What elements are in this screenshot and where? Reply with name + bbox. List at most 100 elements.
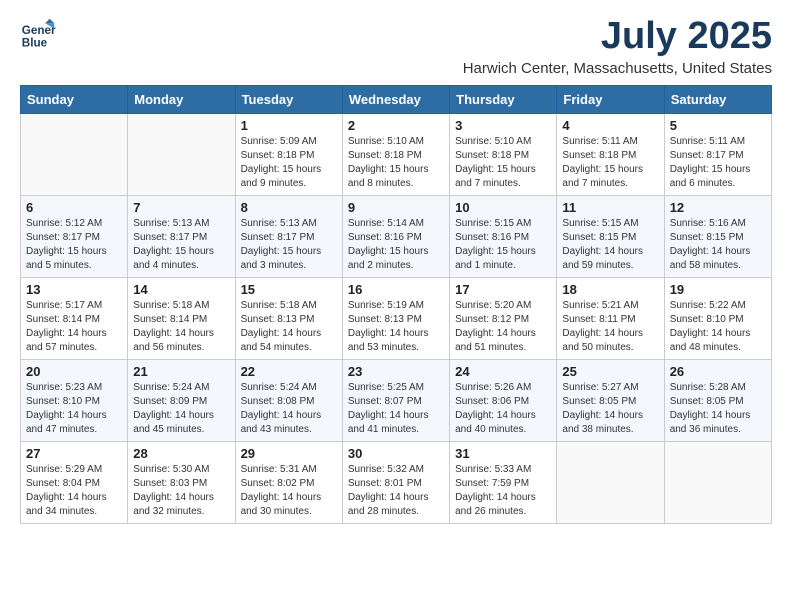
calendar-cell: 26 Sunrise: 5:28 AMSunset: 8:05 PMDayligh… [664,359,771,441]
day-info: Sunrise: 5:20 AMSunset: 8:12 PMDaylight:… [455,299,551,355]
day-info: Sunrise: 5:29 AMSunset: 8:04 PMDaylight:… [26,463,122,519]
day-info: Sunrise: 5:25 AMSunset: 8:07 PMDaylight:… [348,381,444,437]
day-number: 24 [455,364,551,379]
day-info: Sunrise: 5:15 AMSunset: 8:16 PMDaylight:… [455,217,551,273]
logo-icon: General Blue [20,16,56,52]
weekday-header: Sunday [21,85,128,113]
day-number: 30 [348,446,444,461]
day-info: Sunrise: 5:12 AMSunset: 8:17 PMDaylight:… [26,217,122,273]
weekday-header-row: SundayMondayTuesdayWednesdayThursdayFrid… [21,85,772,113]
day-info: Sunrise: 5:22 AMSunset: 8:10 PMDaylight:… [670,299,766,355]
calendar-cell: 17 Sunrise: 5:20 AMSunset: 8:12 PMDayligh… [450,277,557,359]
title-area: July 2025 Harwich Center, Massachusetts,… [463,16,772,77]
day-info: Sunrise: 5:16 AMSunset: 8:15 PMDaylight:… [670,217,766,273]
day-info: Sunrise: 5:13 AMSunset: 8:17 PMDaylight:… [133,217,229,273]
calendar-cell: 20 Sunrise: 5:23 AMSunset: 8:10 PMDayligh… [21,359,128,441]
day-info: Sunrise: 5:13 AMSunset: 8:17 PMDaylight:… [241,217,337,273]
weekday-header: Friday [557,85,664,113]
day-info: Sunrise: 5:23 AMSunset: 8:10 PMDaylight:… [26,381,122,437]
calendar-cell: 8 Sunrise: 5:13 AMSunset: 8:17 PMDaylight… [235,195,342,277]
calendar-cell: 23 Sunrise: 5:25 AMSunset: 8:07 PMDayligh… [342,359,449,441]
calendar-cell: 5 Sunrise: 5:11 AMSunset: 8:17 PMDaylight… [664,113,771,195]
day-number: 13 [26,282,122,297]
day-info: Sunrise: 5:10 AMSunset: 8:18 PMDaylight:… [455,135,551,191]
day-number: 10 [455,200,551,215]
day-number: 22 [241,364,337,379]
day-info: Sunrise: 5:09 AMSunset: 8:18 PMDaylight:… [241,135,337,191]
day-number: 17 [455,282,551,297]
calendar-table: SundayMondayTuesdayWednesdayThursdayFrid… [20,85,772,524]
day-info: Sunrise: 5:26 AMSunset: 8:06 PMDaylight:… [455,381,551,437]
day-number: 15 [241,282,337,297]
calendar-cell: 24 Sunrise: 5:26 AMSunset: 8:06 PMDayligh… [450,359,557,441]
calendar-cell: 12Sunrise: 5:16 AMSunset: 8:15 PMDayligh… [664,195,771,277]
calendar-cell [128,113,235,195]
calendar-cell: 19 Sunrise: 5:22 AMSunset: 8:10 PMDayligh… [664,277,771,359]
calendar-cell: 7 Sunrise: 5:13 AMSunset: 8:17 PMDaylight… [128,195,235,277]
day-info: Sunrise: 5:30 AMSunset: 8:03 PMDaylight:… [133,463,229,519]
day-number: 16 [348,282,444,297]
day-number: 20 [26,364,122,379]
calendar-cell: 30 Sunrise: 5:32 AMSunset: 8:01 PMDayligh… [342,441,449,523]
calendar-cell: 16Sunrise: 5:19 AMSunset: 8:13 PMDayligh… [342,277,449,359]
day-info: Sunrise: 5:24 AMSunset: 8:09 PMDaylight:… [133,381,229,437]
calendar-week-row: 13 Sunrise: 5:17 AMSunset: 8:14 PMDayligh… [21,277,772,359]
calendar-cell: 3 Sunrise: 5:10 AMSunset: 8:18 PMDaylight… [450,113,557,195]
day-number: 2 [348,118,444,133]
day-number: 11 [562,200,658,215]
svg-text:Blue: Blue [22,37,48,50]
day-info: Sunrise: 5:11 AMSunset: 8:18 PMDaylight:… [562,135,658,191]
day-number: 19 [670,282,766,297]
weekday-header: Tuesday [235,85,342,113]
day-number: 31 [455,446,551,461]
calendar-cell: 22 Sunrise: 5:24 AMSunset: 8:08 PMDayligh… [235,359,342,441]
calendar-cell: 11Sunrise: 5:15 AMSunset: 8:15 PMDayligh… [557,195,664,277]
day-number: 26 [670,364,766,379]
calendar-cell: 18Sunrise: 5:21 AMSunset: 8:11 PMDayligh… [557,277,664,359]
day-info: Sunrise: 5:17 AMSunset: 8:14 PMDaylight:… [26,299,122,355]
day-info: Sunrise: 5:11 AMSunset: 8:17 PMDaylight:… [670,135,766,191]
day-info: Sunrise: 5:31 AMSunset: 8:02 PMDaylight:… [241,463,337,519]
day-info: Sunrise: 5:32 AMSunset: 8:01 PMDaylight:… [348,463,444,519]
day-number: 27 [26,446,122,461]
day-info: Sunrise: 5:21 AMSunset: 8:11 PMDaylight:… [562,299,658,355]
calendar-cell: 2Sunrise: 5:10 AMSunset: 8:18 PMDaylight… [342,113,449,195]
page-header: General Blue July 2025 Harwich Center, M… [20,16,772,77]
calendar-cell: 9 Sunrise: 5:14 AMSunset: 8:16 PMDaylight… [342,195,449,277]
calendar-cell: 21 Sunrise: 5:24 AMSunset: 8:09 PMDayligh… [128,359,235,441]
day-info: Sunrise: 5:33 AMSunset: 7:59 PMDaylight:… [455,463,551,519]
day-info: Sunrise: 5:14 AMSunset: 8:16 PMDaylight:… [348,217,444,273]
weekday-header: Monday [128,85,235,113]
calendar-cell [664,441,771,523]
calendar-cell: 1 Sunrise: 5:09 AMSunset: 8:18 PMDaylight… [235,113,342,195]
day-number: 25 [562,364,658,379]
day-number: 5 [670,118,766,133]
calendar-week-row: 6Sunrise: 5:12 AMSunset: 8:17 PMDaylight… [21,195,772,277]
weekday-header: Saturday [664,85,771,113]
calendar-cell: 15 Sunrise: 5:18 AMSunset: 8:13 PMDayligh… [235,277,342,359]
day-number: 9 [348,200,444,215]
day-number: 8 [241,200,337,215]
day-number: 21 [133,364,229,379]
day-number: 4 [562,118,658,133]
calendar-cell: 4 Sunrise: 5:11 AMSunset: 8:18 PMDaylight… [557,113,664,195]
calendar-cell: 25Sunrise: 5:27 AMSunset: 8:05 PMDayligh… [557,359,664,441]
calendar-cell: 29 Sunrise: 5:31 AMSunset: 8:02 PMDayligh… [235,441,342,523]
weekday-header: Thursday [450,85,557,113]
calendar-week-row: 20 Sunrise: 5:23 AMSunset: 8:10 PMDayligh… [21,359,772,441]
day-number: 1 [241,118,337,133]
weekday-header: Wednesday [342,85,449,113]
calendar-cell: 27 Sunrise: 5:29 AMSunset: 8:04 PMDayligh… [21,441,128,523]
calendar-cell: 14Sunrise: 5:18 AMSunset: 8:14 PMDayligh… [128,277,235,359]
logo: General Blue [20,16,56,52]
day-info: Sunrise: 5:24 AMSunset: 8:08 PMDaylight:… [241,381,337,437]
day-info: Sunrise: 5:18 AMSunset: 8:13 PMDaylight:… [241,299,337,355]
day-number: 3 [455,118,551,133]
day-info: Sunrise: 5:28 AMSunset: 8:05 PMDaylight:… [670,381,766,437]
day-number: 28 [133,446,229,461]
day-number: 29 [241,446,337,461]
month-title: July 2025 [463,16,772,58]
calendar-cell: 6Sunrise: 5:12 AMSunset: 8:17 PMDaylight… [21,195,128,277]
day-number: 7 [133,200,229,215]
day-number: 23 [348,364,444,379]
